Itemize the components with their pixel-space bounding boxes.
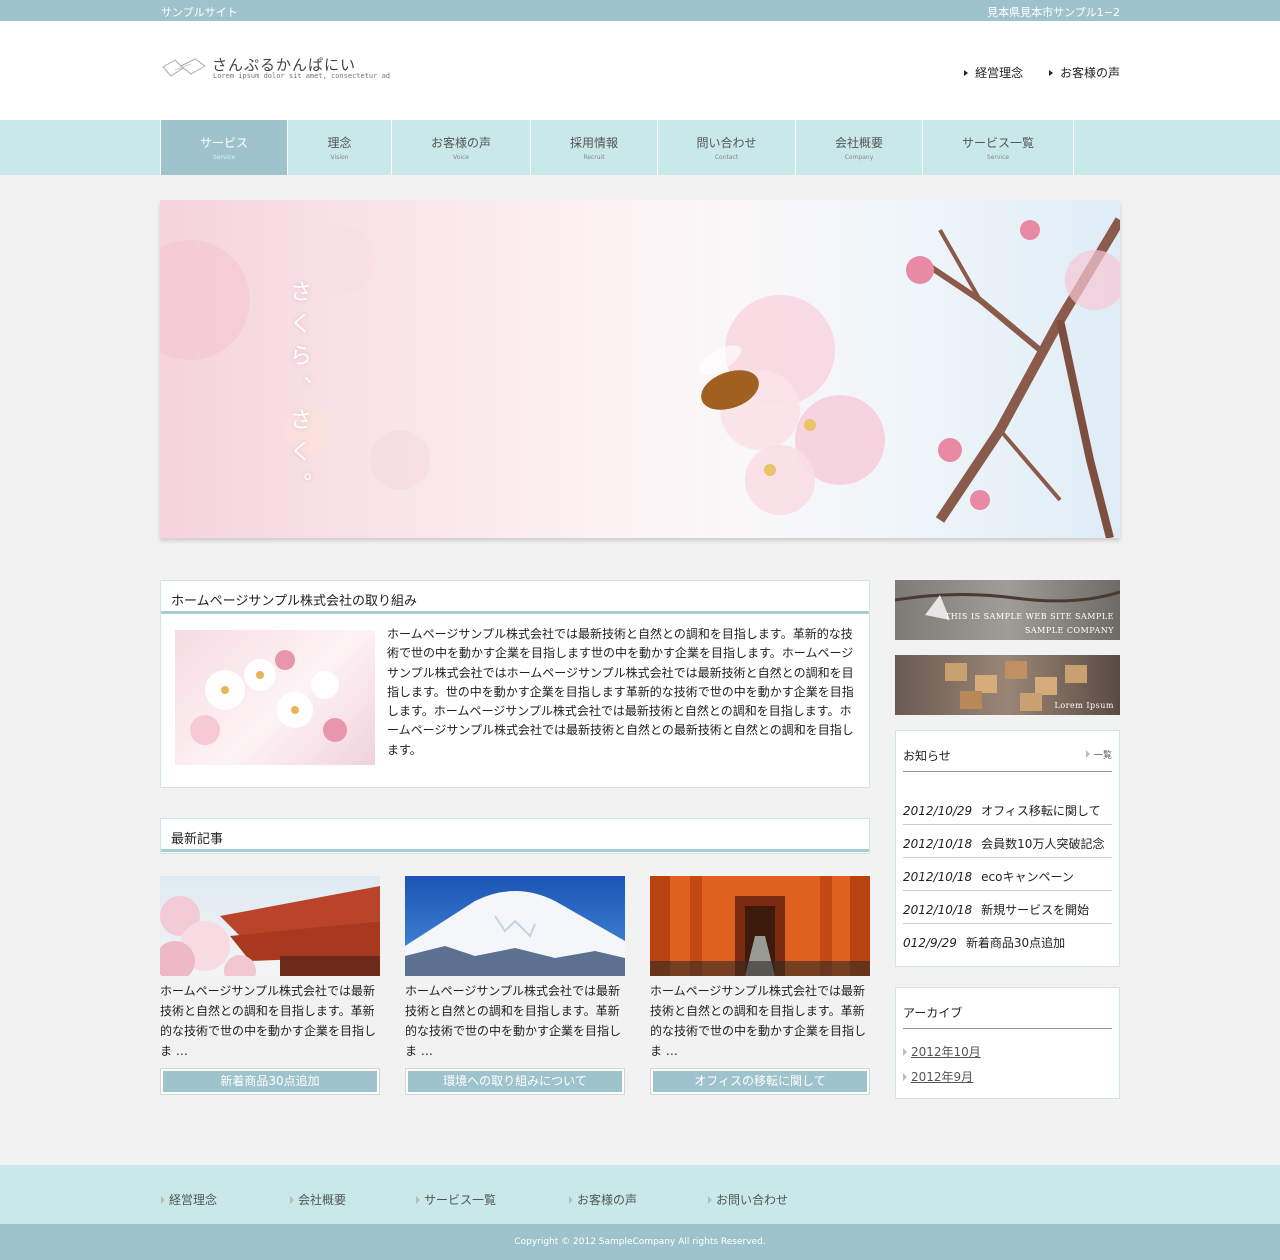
banner-text-line1: THIS IS SAMPLE WEB SITE SAMPLE [944,612,1114,621]
latest-articles-header: 最新記事 [160,818,870,854]
nav-item-company[interactable]: 会社概要 Company [796,120,923,175]
article-button-office-move[interactable]: オフィスの移転に関して [650,1068,870,1095]
nav-item-service-list[interactable]: サービス一覧 Service [923,120,1074,175]
arrow-right-icon [708,1196,712,1204]
site-name: サンプルサイト [161,6,238,19]
hero-banner: さくら、さく。 [160,200,1120,538]
nav-item-service[interactable]: サービス Service [161,120,288,175]
intro-title: ホームページサンプル株式会社の取り組み [161,581,869,614]
article-button-environment[interactable]: 環境への取り組みについて [405,1068,625,1095]
arrow-right-icon [964,70,969,76]
news-more-link[interactable]: 一覧 [1085,748,1112,761]
banner-text-line2: SAMPLE COMPANY [1024,626,1114,635]
archive-link-2012-10[interactable]: 2012年10月 [903,1043,981,1060]
divider [903,1028,1112,1029]
arrow-right-icon [290,1196,294,1204]
arrow-right-icon [1085,750,1090,758]
arrow-right-icon [1048,70,1053,76]
copyright: Copyright © 2012 SampleCompany All right… [0,1224,1280,1260]
banner-text: Lorem Ipsum [1054,701,1114,710]
footer-link-philosophy[interactable]: 経営理念 [161,1191,217,1208]
archive-link-2012-09[interactable]: 2012年9月 [903,1068,973,1085]
divider [903,771,1112,772]
article-excerpt: ホームページサンプル株式会社では最新技術と自然との調和を目指します。革新的な技術… [160,984,377,1058]
article-card: ホームページサンプル株式会社では最新技術と自然との調和を目指します。革新的な技術… [160,876,380,1095]
pagoda-image[interactable] [160,876,380,976]
logo-subtitle: Lorem ipsum dolor sit amet, consectetur … [213,72,391,80]
header-link-philosophy[interactable]: 経営理念 [964,66,1023,80]
intro-section: ホームページサンプル株式会社の取り組み ホームページサンプル株式会社では最新技術… [160,580,870,788]
article-excerpt: ホームページサンプル株式会社では最新技術と自然との調和を目指します。革新的な技術… [405,984,622,1058]
intro-body: ホームページサンプル株式会社では最新技術と自然との調和を目指します。革新的な技術… [387,627,854,757]
news-item[interactable]: 2012/10/29 オフィス移転に関して [903,792,1112,825]
arrow-right-icon [416,1196,420,1204]
news-item[interactable]: 2012/10/18 新規サービスを開始 [903,891,1112,924]
news-item[interactable]: 2012/10/18 ecoキャンペーン [903,858,1112,891]
mount-fuji-image[interactable] [405,876,625,976]
sidebar-banner-ema[interactable]: Lorem Ipsum [895,655,1120,715]
top-bar: サンプルサイト 見本県見本市サンプル1−2 [0,0,1280,21]
news-item[interactable]: 012/9/29 新着商品30点追加 [903,924,1112,957]
arrow-right-icon [903,1048,907,1056]
main-nav: サービス Service 理念 Vision お客様の声 Voice 採用情報 Recr… [0,120,1280,175]
nav-item-voice[interactable]: お客様の声 Voice [392,120,531,175]
header-link-voice[interactable]: お客様の声 [1048,66,1120,80]
arrow-right-icon [903,1073,907,1081]
archive-title: アーカイブ [903,1006,963,1020]
news-title: お知らせ [903,749,951,763]
footer-link-contact[interactable]: お問い合わせ [708,1191,788,1208]
arrow-right-icon [569,1196,573,1204]
latest-title: 最新記事 [161,819,869,852]
sidebar-banner-sample[interactable]: THIS IS SAMPLE WEB SITE SAMPLE SAMPLE CO… [895,580,1120,640]
footer-nav: 経営理念 会社概要 サービス一覧 お客様の声 お問い合わせ [0,1165,1280,1224]
nav-item-vision[interactable]: 理念 Vision [288,120,392,175]
nav-item-contact[interactable]: 問い合わせ Contact [658,120,796,175]
article-excerpt: ホームページサンプル株式会社では最新技術と自然との調和を目指します。革新的な技術… [650,984,867,1058]
cherry-blossom-image [175,630,375,765]
torii-gates-image[interactable] [650,876,870,976]
nav-item-recruit[interactable]: 採用情報 Recruit [531,120,658,175]
archive-box: アーカイブ 2012年10月 2012年9月 [895,987,1120,1099]
hero-caption: さくら、さく。 [286,280,311,504]
footer-link-company[interactable]: 会社概要 [290,1191,346,1208]
arrow-right-icon [161,1196,165,1204]
news-box: お知らせ 一覧 2012/10/29 オフィス移転に関して 2012/10/18 会… [895,730,1120,967]
footer-link-service-list[interactable]: サービス一覧 [416,1191,496,1208]
header: さんぷるかんぱにい Lorem ipsum dolor sit amet, co… [0,21,1280,120]
article-button-new-products[interactable]: 新着商品30点追加 [160,1068,380,1095]
footer-link-voice[interactable]: お客様の声 [569,1191,637,1208]
header-links: 経営理念 お客様の声 [942,64,1120,81]
article-card: ホームページサンプル株式会社では最新技術と自然との調和を目指します。革新的な技術… [650,876,870,1095]
news-item[interactable]: 2012/10/18 会員数10万人突破記念 [903,825,1112,858]
article-card: ホームページサンプル株式会社では最新技術と自然との調和を目指します。革新的な技術… [405,876,625,1095]
logo-icon[interactable] [161,54,209,80]
address: 見本県見本市サンプル1−2 [987,6,1120,19]
